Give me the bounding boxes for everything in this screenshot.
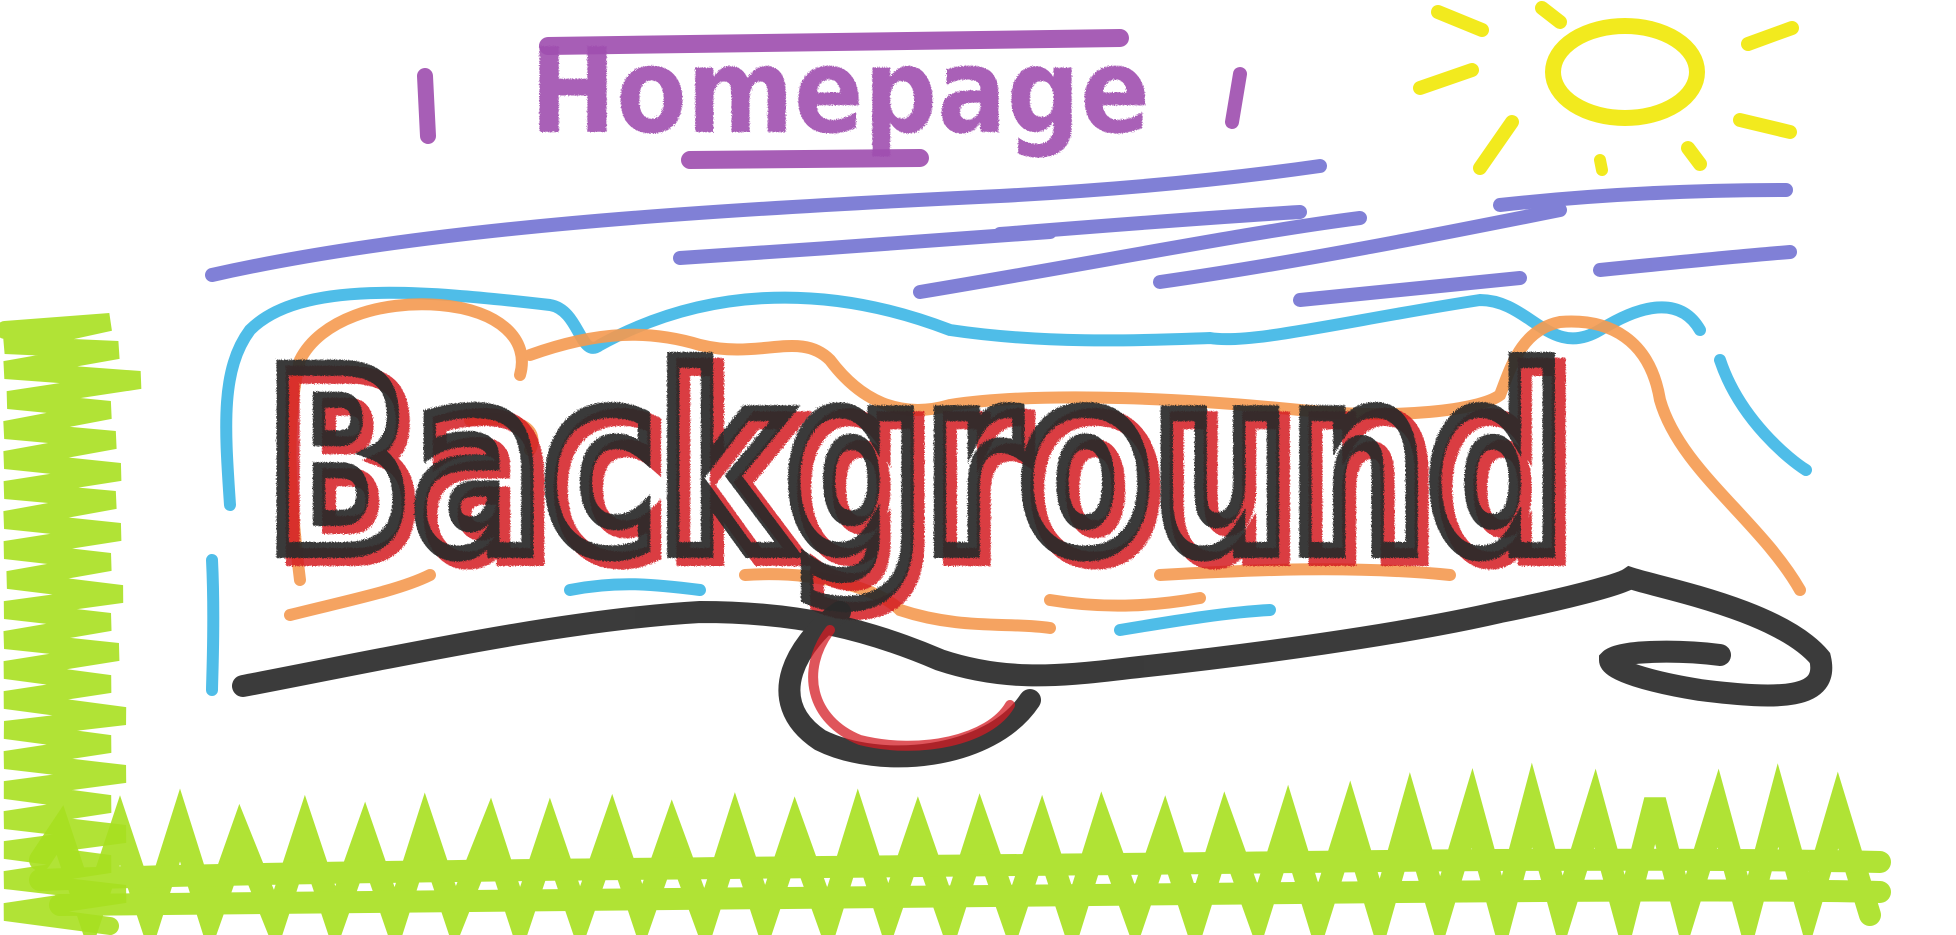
sun-disc (1545, 18, 1705, 126)
title-left-tick (417, 68, 436, 144)
background-title: Background (265, 318, 1565, 609)
sky-waves (205, 159, 1797, 307)
sun-ray (1741, 21, 1799, 51)
title-right-tick (1225, 67, 1247, 129)
sun-ray (1431, 5, 1489, 37)
sun-ray (1681, 141, 1707, 171)
sun-ray (1594, 154, 1608, 176)
sun-ray (1473, 115, 1519, 175)
sketch-canvas: Homepage Background Background (0, 1, 1891, 935)
sun-ray (1733, 113, 1797, 139)
sun-icon (1413, 1, 1799, 176)
lime-scribble-bottom (29, 762, 1891, 935)
sun-ray (1413, 63, 1479, 95)
homepage-title: Homepage (530, 22, 1150, 160)
sun-ray (1535, 1, 1567, 29)
